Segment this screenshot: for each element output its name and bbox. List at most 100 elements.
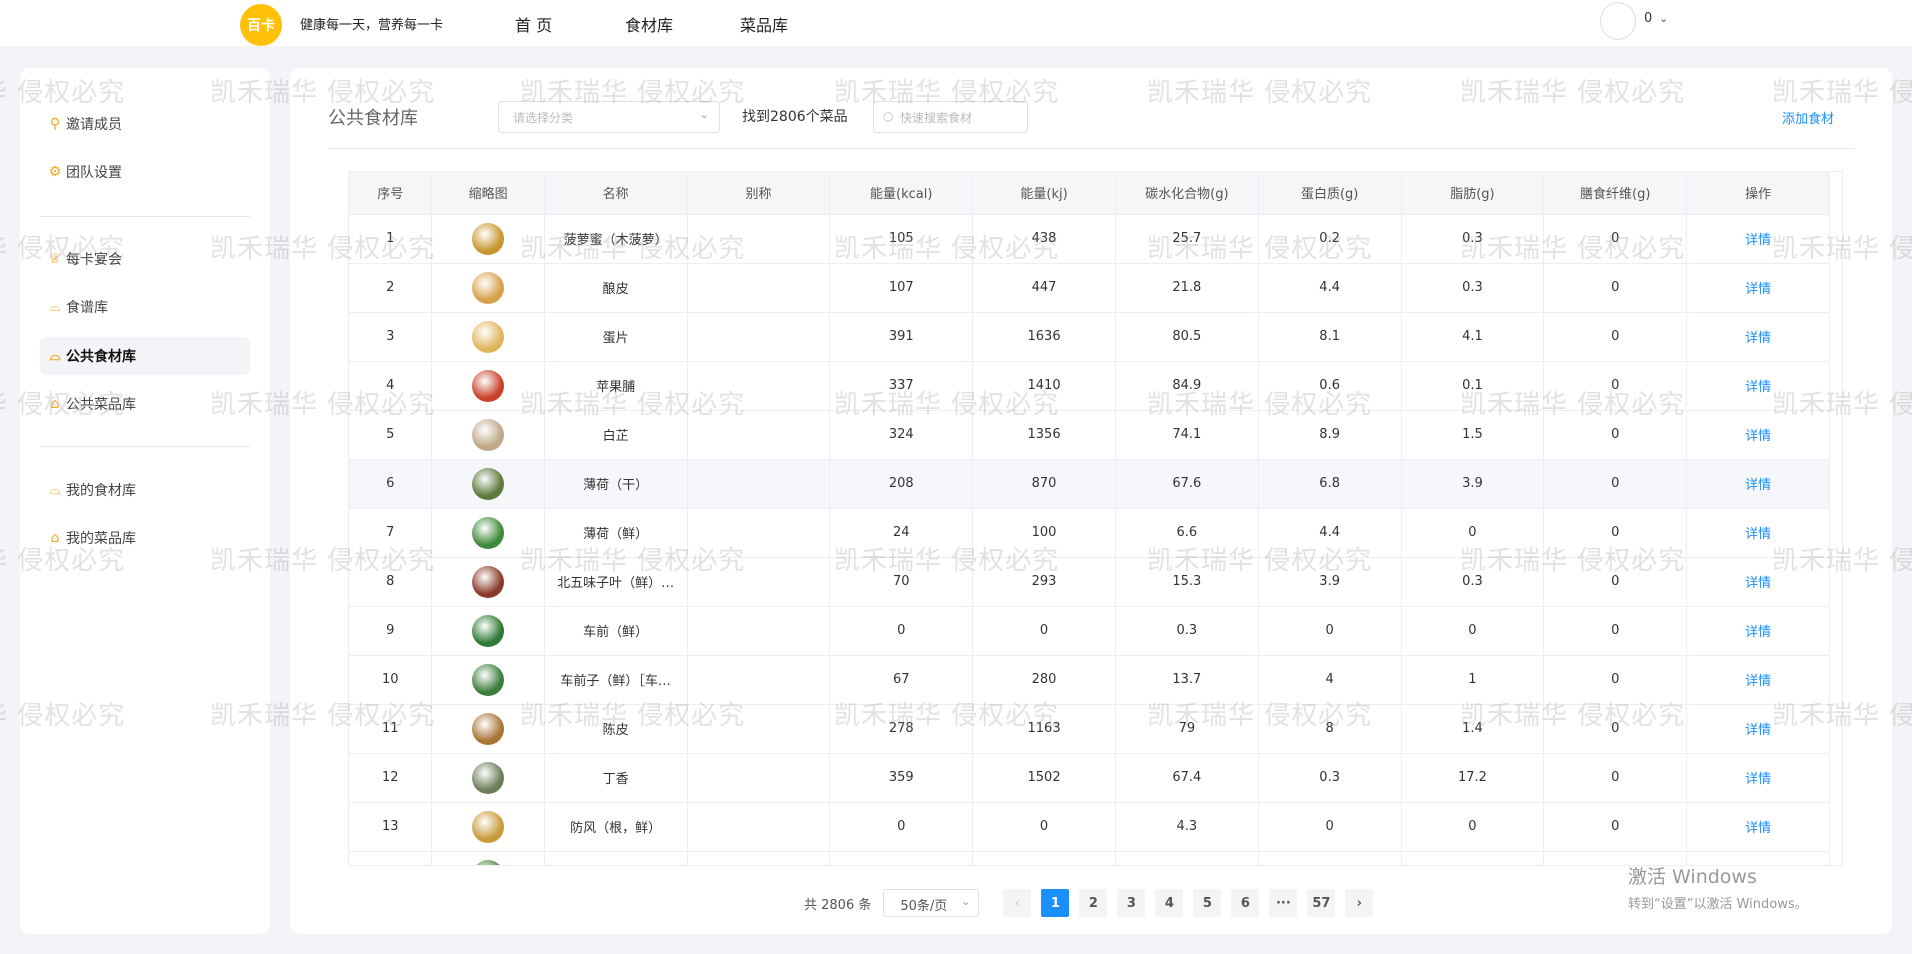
cell-fiber: 0	[1543, 802, 1688, 852]
cell-fat: 0	[1401, 508, 1545, 558]
ingredient-thumbnail	[472, 859, 505, 865]
col-header-protein: 蛋白质(g)	[1258, 172, 1402, 215]
cell-action: 详情	[1686, 508, 1830, 558]
sidebar-item-banquet[interactable]: ♕ 每卡宴会	[40, 240, 250, 278]
sidebar-item-label: 食谱库	[66, 300, 108, 316]
cell-no: 9	[349, 606, 433, 656]
detail-link[interactable]: 详情	[1745, 429, 1771, 444]
cell-kcal: 67	[829, 655, 974, 705]
detail-link[interactable]: 详情	[1745, 674, 1771, 689]
cell-kcal: 359	[829, 753, 974, 803]
sidebar-item-recipes[interactable]: ⌓ 食谱库	[40, 288, 250, 326]
category-select[interactable]: 请选择分类 ⌄	[498, 101, 720, 133]
page-button[interactable]: 6	[1231, 889, 1260, 917]
cell-kj: 0	[972, 606, 1116, 656]
result-count: 找到2806个菜品	[742, 109, 848, 125]
sidebar-item-team-settings[interactable]: ⚙ 团队设置	[40, 153, 250, 191]
detail-link[interactable]: 详情	[1745, 723, 1771, 738]
brand-logo[interactable]: 百卡	[240, 4, 282, 46]
detail-link[interactable]: 详情	[1745, 331, 1771, 346]
sidebar-item-public-ingredients[interactable]: ⌓ 公共食材库	[40, 337, 250, 375]
page-ellipsis[interactable]: ···	[1269, 889, 1298, 917]
next-page-button[interactable]: ›	[1345, 889, 1374, 917]
col-header-alias: 别称	[687, 172, 831, 215]
cell-fat: 4.1	[1401, 312, 1545, 362]
ingredient-thumbnail	[472, 810, 505, 843]
cell-protein: 0.3	[1258, 753, 1402, 803]
cell-action: 详情	[1686, 214, 1830, 264]
cell-carb: 6.6	[1115, 508, 1259, 558]
detail-link[interactable]: 详情	[1745, 233, 1771, 248]
detail-link[interactable]: 详情	[1745, 625, 1771, 640]
cell-thumbnail	[431, 704, 545, 754]
sidebar-item-my-ingredients[interactable]: ⌓ 我的食材库	[40, 471, 250, 509]
nav-home[interactable]: 首 页	[515, 12, 552, 36]
table-row: 13 防风（根，鲜） 0 0 4.3 0 0 0 详情	[349, 802, 1830, 852]
cell-kj: 0	[972, 802, 1116, 852]
table-row: 8 北五味子叶（鲜）… 70 293 15.3 3.9 0.3 0 详情	[349, 557, 1830, 607]
cell-action: 详情	[1686, 704, 1830, 754]
cell-carb: 25.7	[1115, 214, 1259, 264]
page-button[interactable]: 3	[1117, 889, 1146, 917]
ingredient-thumbnail	[472, 320, 505, 353]
cell-fat: 1.5	[1401, 410, 1545, 460]
cell-alias	[687, 704, 831, 754]
page-button[interactable]: 4	[1155, 889, 1184, 917]
add-ingredient-button[interactable]: 添加食材	[1782, 108, 1834, 127]
cell-fat: 0.3	[1401, 214, 1545, 264]
user-count[interactable]: 0	[1644, 11, 1652, 26]
detail-link[interactable]: 详情	[1745, 821, 1771, 836]
prev-page-button[interactable]: ‹	[1003, 889, 1032, 917]
cell-kj: 280	[972, 655, 1116, 705]
bowl-icon: ⌓	[49, 348, 61, 364]
search-input[interactable]: ○ 快速搜索食材	[873, 101, 1028, 133]
sidebar-item-public-dishes[interactable]: ⌂ 公共菜品库	[40, 385, 250, 423]
ingredient-thumbnail	[472, 761, 505, 794]
col-header-kcal: 能量(kcal)	[829, 172, 974, 215]
page-size-select[interactable]: 50条/页 ⌄	[883, 889, 980, 917]
sidebar: ⚲ 邀请成员 ⚙ 团队设置 ♕ 每卡宴会 ⌓ 食谱库 ⌓ 公共食材库 ⌂ 公共菜…	[20, 68, 270, 934]
cell-alias	[687, 851, 831, 865]
cell-alias	[687, 214, 831, 264]
dish-icon: ⌂	[50, 530, 60, 546]
sidebar-item-label: 公共食材库	[66, 349, 136, 365]
nav-dishes[interactable]: 菜品库	[740, 12, 788, 36]
page-button[interactable]: 57	[1307, 889, 1336, 917]
cell-fat	[1401, 851, 1545, 865]
chevron-down-icon[interactable]: ⌄	[1659, 12, 1668, 25]
col-header-carb: 碳水化合物(g)	[1115, 172, 1259, 215]
sidebar-item-my-dishes[interactable]: ⌂ 我的菜品库	[40, 519, 250, 557]
detail-link[interactable]: 详情	[1745, 380, 1771, 395]
cell-fat: 0	[1401, 606, 1545, 656]
cell-carb: 80.5	[1115, 312, 1259, 362]
cell-action: 详情	[1686, 459, 1830, 509]
cell-protein: 4.4	[1258, 508, 1402, 558]
cell-thumbnail	[431, 459, 545, 509]
table-body: 1 菠萝蜜（木菠萝） 105 438 25.7 0.2 0.3 0 详情 2 酿皮 107 447 21.…	[349, 214, 1830, 865]
cell-no: 8	[349, 557, 433, 607]
cell-kj: 1356	[972, 410, 1116, 460]
page-button[interactable]: 2	[1079, 889, 1108, 917]
cell-alias	[687, 655, 831, 705]
ingredient-thumbnail	[472, 614, 505, 647]
cell-fiber: 0	[1543, 459, 1688, 509]
cell-thumbnail	[431, 753, 545, 803]
detail-link[interactable]: 详情	[1745, 282, 1771, 297]
gear-icon: ⚙	[48, 164, 62, 180]
detail-link[interactable]: 详情	[1745, 527, 1771, 542]
cell-protein	[1258, 851, 1402, 865]
detail-link[interactable]: 详情	[1745, 478, 1771, 493]
cell-fiber: 0	[1543, 410, 1688, 460]
nav-ingredients[interactable]: 食材库	[625, 12, 673, 36]
col-header-thumb: 缩略图	[431, 172, 545, 215]
page-button[interactable]: 1	[1041, 889, 1070, 917]
page-button[interactable]: 5	[1193, 889, 1222, 917]
detail-link[interactable]: 详情	[1745, 772, 1771, 787]
avatar[interactable]	[1600, 2, 1636, 40]
detail-link[interactable]: 详情	[1745, 576, 1771, 591]
sidebar-item-invite[interactable]: ⚲ 邀请成员	[40, 105, 250, 143]
cell-fat: 0.3	[1401, 557, 1545, 607]
cell-protein: 0	[1258, 606, 1402, 656]
cell-fat: 17.2	[1401, 753, 1545, 803]
dish-icon: ⌂	[50, 396, 60, 412]
